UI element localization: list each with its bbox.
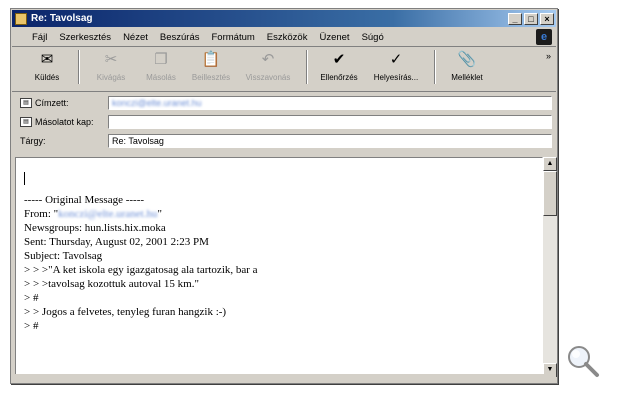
attach-icon: 📎 [457, 51, 477, 68]
to-label: Címzett: [35, 98, 69, 108]
menu-message[interactable]: Üzenet [313, 32, 355, 43]
subject-label: Tárgy: [20, 136, 46, 146]
body-line: > > >"A ket iskola egy igazgatosag ala t… [24, 264, 258, 276]
text-caret [24, 172, 25, 185]
send-button[interactable]: ✉ Küldés [22, 47, 72, 87]
to-row: ▤ Címzett: konczi@elte.uranet.hu [20, 95, 552, 111]
check-names-label: Ellenőrzés [320, 73, 358, 82]
message-body-editor[interactable]: ----- Original Message ----- From: "konc… [15, 157, 543, 377]
compose-window: Re: Tavolsag _ □ × Fájl Szerkesztés Néze… [10, 8, 558, 384]
menu-view[interactable]: Nézet [117, 32, 154, 43]
message-headers: ▤ Címzett: konczi@elte.uranet.hu ▤ Másol… [12, 93, 556, 155]
paste-button[interactable]: 📋 Beillesztés [186, 47, 236, 87]
to-value: konczi@elte.uranet.hu [112, 98, 202, 108]
body-line: From: "konczi@elte.uranet.hu" [24, 208, 162, 220]
send-icon: ✉ [40, 51, 54, 68]
menu-tools[interactable]: Eszközök [261, 32, 314, 43]
scroll-up-button[interactable]: ▲ [543, 157, 557, 171]
windows-logo-icon: e [536, 29, 552, 45]
to-label-button[interactable]: ▤ Címzett: [20, 98, 108, 108]
to-field[interactable]: konczi@elte.uranet.hu [108, 96, 552, 110]
address-book-icon: ▤ [20, 98, 32, 108]
copy-label: Másolás [146, 73, 176, 82]
body-line: ----- Original Message ----- [24, 194, 145, 206]
spelling-icon: ✓ [389, 51, 403, 68]
cut-label: Kivágás [96, 73, 126, 82]
magnifier-icon[interactable] [566, 344, 600, 378]
attach-button[interactable]: 📎 Melléklet [442, 47, 492, 87]
toolbar-separator [78, 50, 80, 84]
paste-label: Beillesztés [191, 73, 231, 82]
toolbar: ✉ Küldés ✂ Kivágás ❐ Másolás 📋 Beilleszt… [12, 47, 556, 92]
send-label: Küldés [34, 73, 60, 82]
vertical-scrollbar[interactable]: ▲ ▼ [543, 157, 557, 377]
copy-button[interactable]: ❐ Másolás [136, 47, 186, 87]
menu-edit[interactable]: Szerkesztés [53, 32, 117, 43]
body-line: Newsgroups: hun.lists.hix.moka [24, 222, 166, 234]
cc-row: ▤ Másolatot kap: [20, 114, 552, 130]
body-line: > > Jogos a felvetes, tenyleg furan hang… [24, 306, 227, 318]
cut-icon: ✂ [104, 51, 118, 68]
cc-label-button[interactable]: ▤ Másolatot kap: [20, 117, 108, 127]
body-line: Subject: Tavolsag [24, 250, 103, 262]
body-line: > > >tavolsag kozottuk autoval 15 km." [24, 278, 199, 290]
menu-format[interactable]: Formátum [206, 32, 261, 43]
check-names-button[interactable]: ✔ Ellenőrzés [314, 47, 364, 87]
undo-button[interactable]: ↶ Visszavonás [236, 47, 300, 87]
close-button[interactable]: × [540, 12, 554, 25]
body-line: Sent: Thursday, August 02, 2001 2:23 PM [24, 236, 209, 248]
title-bar[interactable]: Re: Tavolsag _ □ × [12, 10, 556, 27]
menu-bar: Fájl Szerkesztés Nézet Beszúrás Formátum… [12, 28, 556, 47]
from-address: konczi@elte.uranet.hu [58, 208, 158, 220]
toolbar-separator [434, 50, 436, 84]
status-bar [12, 374, 556, 382]
body-line: > # [24, 320, 39, 332]
undo-label: Visszavonás [245, 73, 291, 82]
check-names-icon: ✔ [332, 51, 346, 68]
attach-label: Melléklet [451, 73, 483, 82]
minimize-button[interactable]: _ [508, 12, 522, 25]
subject-row: Tárgy: Re: Tavolsag [20, 133, 552, 149]
toolbar-overflow-icon[interactable]: » [546, 51, 551, 61]
spelling-label: Helyesírás... [373, 73, 419, 82]
menu-file[interactable]: Fájl [26, 32, 53, 43]
message-body-text: ----- Original Message ----- From: "konc… [24, 172, 538, 333]
address-book-icon: ▤ [20, 117, 32, 127]
paste-icon: 📋 [201, 51, 221, 68]
menu-help[interactable]: Súgó [356, 32, 390, 43]
subject-field[interactable]: Re: Tavolsag [108, 134, 552, 148]
undo-icon: ↶ [261, 51, 275, 68]
app-icon [15, 12, 27, 25]
cut-button[interactable]: ✂ Kivágás [86, 47, 136, 87]
toolbar-separator [306, 50, 308, 84]
window-title: Re: Tavolsag [31, 13, 93, 24]
menu-insert[interactable]: Beszúrás [154, 32, 206, 43]
cc-field[interactable] [108, 115, 552, 129]
scroll-thumb[interactable] [543, 171, 557, 216]
spelling-button[interactable]: ✓ Helyesírás... [364, 47, 428, 87]
body-line: > # [24, 292, 39, 304]
cc-label: Másolatot kap: [35, 117, 94, 127]
maximize-button[interactable]: □ [524, 12, 538, 25]
copy-icon: ❐ [154, 51, 168, 68]
